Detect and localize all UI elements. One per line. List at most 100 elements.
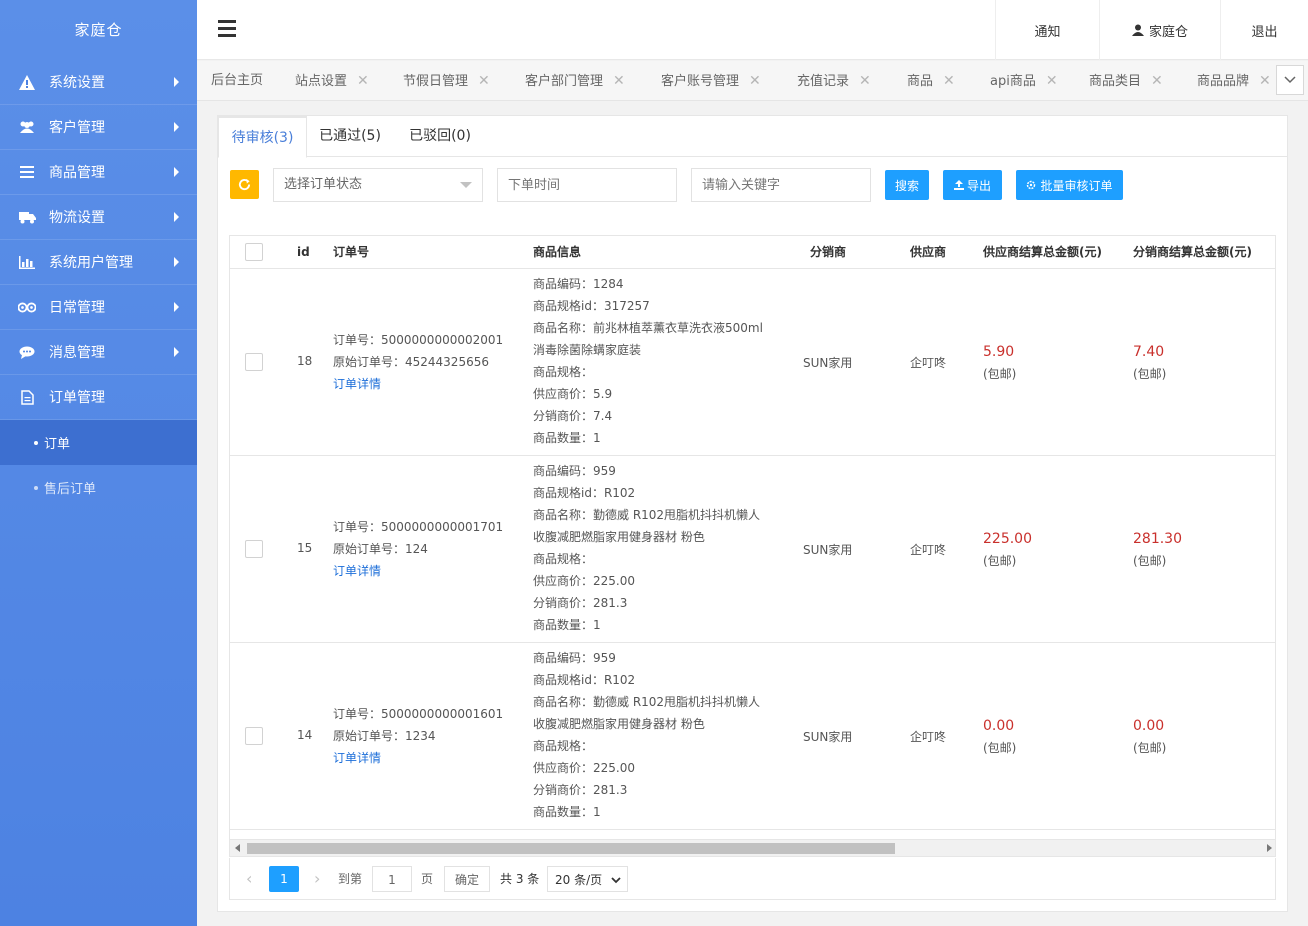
logout-button[interactable]: 退出 [1220,0,1308,60]
submenu-item-after-sales[interactable]: 售后订单 [0,465,197,510]
search-button[interactable]: 搜索 [885,170,929,200]
tab-rejected[interactable]: 已驳回(0) [400,116,480,157]
original-order-number: 原始订单号：124 [333,542,428,556]
submenu-item-orders[interactable]: 订单 [0,420,197,465]
shipping-note: (包邮) [983,367,1017,381]
goods-info: 商品编码：959 商品规格id：R102 商品名称：勤德威 R102甩脂机抖抖机… [533,647,760,823]
distributor-name: SUN家用 [803,543,853,557]
goods-line: 商品规格： [533,365,594,379]
menu-item-goods[interactable]: 商品管理 [0,150,197,195]
close-icon[interactable]: ✕ [859,73,871,89]
users-icon [18,118,36,136]
tab-recharge-records[interactable]: 充值记录 ✕ [797,61,871,100]
batch-review-button[interactable]: 批量审核订单 [1016,170,1123,200]
shipping-note: (包邮) [1133,741,1167,755]
tab-customer-accounts[interactable]: 客户账号管理 ✕ [661,61,761,100]
tab-goods-brands[interactable]: 商品品牌 ✕ [1197,61,1271,100]
scroll-left-icon[interactable] [235,844,240,852]
menu-label: 订单管理 [49,390,105,406]
bar-chart-icon [18,253,36,271]
menu-item-daily[interactable]: 日常管理 [0,285,197,330]
menu-item-system-settings[interactable]: 系统设置 [0,60,197,105]
supplier-name: 企叮咚 [910,356,947,370]
page-number-input[interactable]: 1 [372,866,412,892]
tab-holidays[interactable]: 节假日管理 ✕ [403,61,490,100]
scroll-right-icon[interactable] [1267,844,1272,852]
close-icon[interactable]: ✕ [613,73,625,89]
row-checkbox[interactable] [245,727,263,745]
tab-goods-categories[interactable]: 商品类目 ✕ [1089,61,1163,100]
supplier-total-amount: 0.00 [983,718,1015,734]
distributor-name: SUN家用 [803,356,853,370]
tabs-more-button[interactable] [1276,65,1304,95]
col-order-no: 订单号 [333,245,370,259]
user-icon [1131,24,1144,36]
tab-dashboard[interactable]: 后台主页 [211,61,263,100]
next-page-icon[interactable]: › [314,866,320,892]
close-icon[interactable]: ✕ [1259,73,1271,89]
row-checkbox[interactable] [245,540,263,558]
horizontal-scrollbar[interactable] [230,839,1275,856]
table-row: 18 订单号：5000000000002001 原始订单号：4524432565… [230,269,1275,456]
tab-customer-departments[interactable]: 客户部门管理 ✕ [525,61,625,100]
page-1-button[interactable]: 1 [269,866,299,892]
confirm-page-button[interactable]: 确定 [444,866,490,892]
order-detail-link[interactable]: 订单详情 [333,747,503,769]
close-icon[interactable]: ✕ [1151,73,1163,89]
row-checkbox[interactable] [245,353,263,371]
orders-table: id 订单号 商品信息 分销商 供应商 供应商结算总金额(元) 分销商结算总金额… [229,235,1276,857]
refresh-button[interactable] [230,170,259,199]
menu-item-customer[interactable]: 客户管理 [0,105,197,150]
export-button[interactable]: 导出 [943,170,1002,200]
distributor-total-amount: 7.40 [1133,344,1165,360]
goods-line: 供应商价：225.00 [533,761,635,775]
supplier-total-amount: 225.00 [983,531,1032,547]
tab-label: 待审核(3) [231,130,294,146]
close-icon[interactable]: ✕ [1046,73,1058,89]
goods-line: 供应商价：225.00 [533,574,635,588]
hamburger-menu-icon[interactable] [218,20,236,38]
close-icon[interactable]: ✕ [943,73,955,89]
goods-line: 商品数量：1 [533,618,601,632]
menu-item-logistics[interactable]: 物流设置 [0,195,197,240]
tab-approved[interactable]: 已通过(5) [310,116,390,157]
tab-api-goods[interactable]: api商品 ✕ [990,61,1058,100]
close-icon[interactable]: ✕ [749,73,761,89]
refresh-icon [238,178,251,191]
export-icon [953,180,964,190]
user-menu-button[interactable]: 家庭仓 [1099,0,1220,60]
close-icon[interactable]: ✕ [478,73,490,89]
row-id: 15 [297,541,313,555]
keyword-input[interactable] [691,168,871,202]
row-id: 18 [297,354,313,368]
logout-label: 退出 [1251,24,1278,40]
goods-line: 商品编码：959 [533,464,616,478]
tab-pending[interactable]: 待审核(3) [218,116,307,158]
page-size-select[interactable]: 20 条/页 [547,866,628,892]
select-all-checkbox[interactable] [245,243,263,261]
order-time-input[interactable] [497,168,677,202]
close-icon[interactable]: ✕ [357,73,369,89]
goods-line: 商品名称：前兆林植萃薰衣草洗衣液500ml [533,321,763,335]
menu-item-orders[interactable]: 订单管理 [0,375,197,420]
col-goods: 商品信息 [533,245,582,259]
order-detail-link[interactable]: 订单详情 [333,373,503,395]
warning-icon [18,73,36,91]
sidebar: 家庭仓 系统设置 客户管理 商品管理 物流设置 系统用户管理 日常管理 消息管理… [0,0,197,926]
goods-line: 商品规格id：R102 [533,673,636,687]
menu-item-system-users[interactable]: 系统用户管理 [0,240,197,285]
tab-goods[interactable]: 商品 ✕ [907,61,955,100]
shipping-note: (包邮) [1133,367,1167,381]
page-unit-label: 页 [421,872,434,886]
col-supplier: 供应商 [910,245,947,259]
tab-site-settings[interactable]: 站点设置 ✕ [295,61,369,100]
goods-line: 供应商价：5.9 [533,387,613,401]
menu-item-messages[interactable]: 消息管理 [0,330,197,375]
order-status-select[interactable]: 选择订单状态 [273,168,483,202]
prev-page-icon[interactable]: ‹ [246,866,252,892]
scrollbar-thumb[interactable] [247,843,895,854]
caret-right-icon [174,347,179,357]
notify-button[interactable]: 通知 [995,0,1099,60]
col-distributor: 分销商 [810,245,847,259]
order-detail-link[interactable]: 订单详情 [333,560,503,582]
